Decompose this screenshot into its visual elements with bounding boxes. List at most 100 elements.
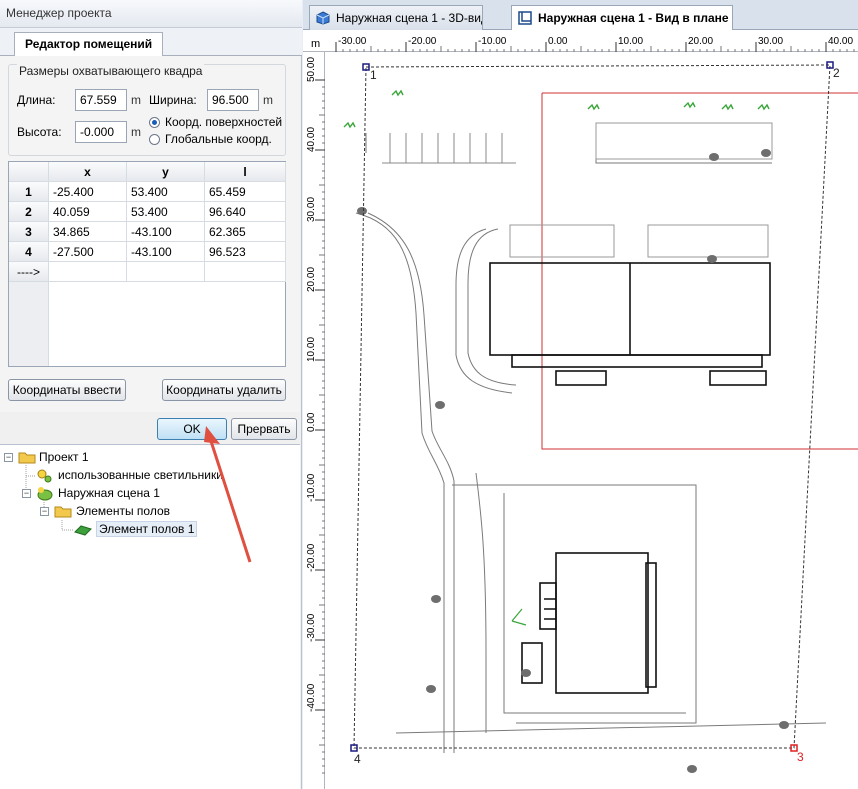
ruler-label: 10.00 — [306, 337, 317, 362]
ruler-label: 10.00 — [618, 36, 643, 47]
corner-label-2: 2 — [833, 66, 840, 80]
pane-title: Менеджер проекта — [0, 0, 302, 28]
collapse-icon[interactable]: − — [40, 507, 49, 516]
tree-label: использованные светильники — [58, 468, 223, 482]
row-header[interactable]: 4 — [9, 242, 49, 262]
group-title: Размеры охватывающего квадра — [17, 64, 205, 78]
plan-view-canvas[interactable]: 1 2 3 4 — [326, 53, 858, 789]
floor-element-icon — [74, 525, 92, 536]
tree-label: Элементы полов — [76, 504, 171, 518]
corner-label-1: 1 — [370, 68, 377, 82]
grid-cell-y[interactable]: -43.100 — [127, 242, 205, 262]
tab-strip: Редактор помещений — [0, 28, 302, 57]
document-tabs: Наружная сцена 1 - 3D-вид Наружная сцена… — [303, 0, 858, 30]
tab-room-editor[interactable]: Редактор помещений — [14, 32, 164, 57]
grid-header-y: y — [127, 162, 205, 182]
grid-cell-l[interactable]: 62.365 — [205, 222, 286, 242]
trees — [357, 149, 789, 773]
coordinates-grid: x y l 1 -25.400 53.400 65.459 2 40.059 5… — [8, 161, 286, 367]
length-field[interactable] — [75, 89, 127, 111]
origin-axes-icon — [511, 608, 527, 626]
ruler-label: 0.00 — [306, 412, 317, 432]
ruler-horizontal: m -30.00 -20.00 -10.00 0.00 10.00 20.00 30.00 4… — [303, 30, 858, 52]
grid-cell-x[interactable]: 34.865 — [49, 222, 127, 242]
folder-icon — [54, 506, 72, 518]
ruler-vertical: 50.00 40.00 30.00 20.00 10.00 0.00 -10.00 -20.0… — [303, 52, 325, 789]
tab-label: Наружная сцена 1 - Вид в плане — [538, 11, 729, 25]
radio-global-coords[interactable] — [149, 134, 160, 145]
grid-cell-new-y[interactable] — [127, 262, 205, 282]
ruler-label: 20.00 — [688, 36, 713, 47]
ruler-label: 50.00 — [306, 57, 317, 82]
shrubs — [343, 89, 770, 129]
site-plan-drawing: 1 2 3 4 — [343, 61, 858, 773]
tab-plan-view[interactable]: Наружная сцена 1 - Вид в плане — [511, 5, 733, 30]
collapse-icon[interactable]: − — [22, 489, 31, 498]
ruler-label: -40.00 — [306, 683, 317, 712]
ruler-label: -30.00 — [306, 613, 317, 642]
collapse-icon[interactable]: − — [4, 453, 13, 462]
grid-corner — [9, 162, 49, 182]
cube-icon — [316, 11, 330, 25]
height-unit: m — [131, 125, 141, 139]
row-header[interactable]: 3 — [9, 222, 49, 242]
ruler-label: -30.00 — [338, 36, 367, 47]
width-label: Ширина: — [149, 93, 197, 107]
ruler-label: -10.00 — [478, 36, 507, 47]
corner-label-4: 4 — [354, 752, 361, 766]
outdoor-scene-icon — [37, 487, 53, 501]
grid-cell-y[interactable]: -43.100 — [127, 222, 205, 242]
grid-cell-l[interactable]: 96.640 — [205, 202, 286, 222]
bounding-box-group: Размеры охватывающего квадра Длина: m Ши… — [8, 64, 286, 156]
tree-label: Наружная сцена 1 — [58, 486, 160, 500]
roads — [355, 133, 827, 753]
radio-surface-coords[interactable] — [149, 117, 160, 128]
ruler-label: -10.00 — [306, 473, 317, 502]
radio-global-label: Глобальные коорд. — [165, 132, 272, 146]
ruler-label: -20.00 — [408, 36, 437, 47]
folder-icon — [18, 452, 36, 464]
project-manager-pane: Менеджер проекта Редактор помещений Разм… — [0, 0, 302, 789]
height-field[interactable] — [75, 121, 127, 143]
grid-cell-l[interactable]: 65.459 — [205, 182, 286, 202]
row-header-filler — [9, 282, 49, 366]
row-header[interactable]: 1 — [9, 182, 49, 202]
ruler-top-ticks: -30.00 -20.00 -10.00 0.00 10.00 20.00 30.00 40.… — [335, 36, 855, 52]
ruler-left-ticks: 50.00 40.00 30.00 20.00 10.00 0.00 -10.00 -20.0… — [306, 57, 325, 774]
annotation-arrow — [204, 426, 252, 563]
height-label: Высота: — [17, 125, 62, 139]
room-editor-panel: Размеры охватывающего квадра Длина: m Ши… — [0, 56, 300, 412]
building-lower — [521, 552, 657, 694]
ruler-label: 0.00 — [548, 36, 568, 47]
corner-label-3: 3 — [797, 750, 804, 764]
grid-cell-y[interactable]: 53.400 — [127, 182, 205, 202]
grid-cell-y[interactable]: 53.400 — [127, 202, 205, 222]
ruler-label: 40.00 — [306, 127, 317, 152]
ruler-label: 40.00 — [828, 36, 853, 47]
delete-coords-button[interactable]: Координаты удалить — [162, 379, 286, 401]
grid-cell-x[interactable]: -25.400 — [49, 182, 127, 202]
luminaire-icon — [37, 469, 52, 483]
length-label: Длина: — [17, 93, 56, 107]
plan-view-icon — [518, 11, 532, 25]
enter-coords-button[interactable]: Координаты ввести — [8, 379, 126, 401]
area-outline — [541, 92, 858, 450]
grid-cell-x[interactable]: -27.500 — [49, 242, 127, 262]
width-unit: m — [263, 93, 273, 107]
tree-label: Элемент полов 1 — [96, 521, 198, 537]
grid-cell-x[interactable]: 40.059 — [49, 202, 127, 222]
ruler-label: 30.00 — [758, 36, 783, 47]
parking — [382, 122, 773, 258]
grid-cell-new-x[interactable] — [49, 262, 127, 282]
row-header[interactable]: 2 — [9, 202, 49, 222]
tab-3d-view[interactable]: Наружная сцена 1 - 3D-вид — [309, 5, 483, 30]
grid-cell-new-l[interactable] — [205, 262, 286, 282]
new-row-marker[interactable]: ----> — [9, 262, 49, 282]
viewport-pane: Наружная сцена 1 - 3D-вид Наружная сцена… — [303, 0, 858, 789]
radio-surface-label: Коорд. поверхностей — [165, 115, 283, 129]
tab-label: Наружная сцена 1 - 3D-вид — [336, 11, 483, 25]
grid-cell-l[interactable]: 96.523 — [205, 242, 286, 262]
width-field[interactable] — [207, 89, 259, 111]
ruler-label: 30.00 — [306, 197, 317, 222]
tree-label: Проект 1 — [39, 450, 89, 464]
